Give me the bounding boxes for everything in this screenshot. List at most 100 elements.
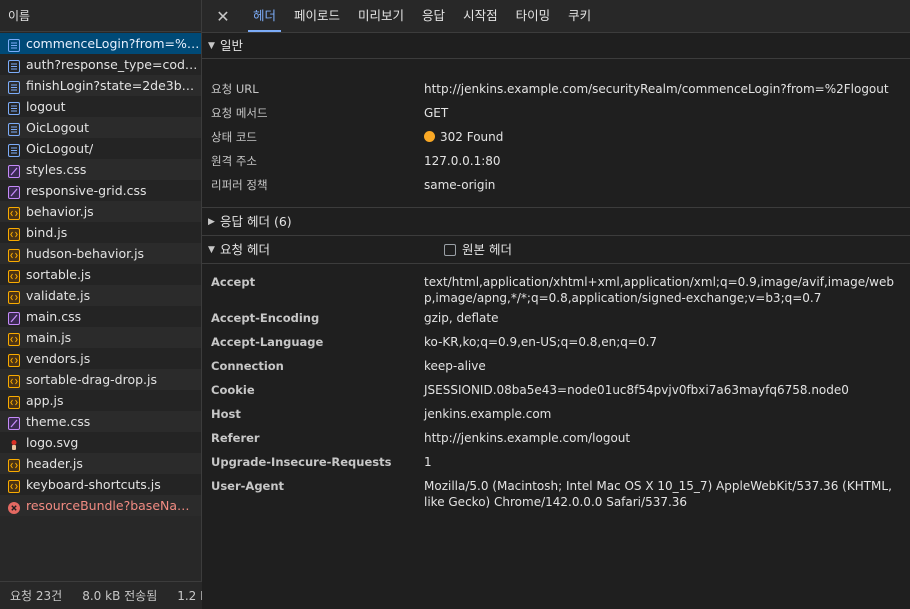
request-name: OicLogout/ (26, 141, 94, 156)
script-icon (8, 478, 20, 493)
general-section-header[interactable]: ▼ 일반 (202, 33, 910, 59)
request-name: sortable-drag-drop.js (26, 372, 157, 387)
request-row[interactable]: theme.css (0, 411, 201, 432)
header-name: Host (211, 407, 241, 421)
header-value[interactable]: keep-alive (424, 358, 910, 378)
request-details-panel: ✕ 헤더 페이로드 미리보기 응답 시작점 타이밍 쿠키 ▼ 일반 요청 URL… (202, 0, 910, 609)
name-column-header[interactable]: 이름 (0, 0, 201, 32)
request-row[interactable]: keyboard-shortcuts.js (0, 474, 201, 495)
header-row: Host jenkins.example.com (202, 404, 910, 428)
request-row[interactable]: logout (0, 96, 201, 117)
request-row[interactable]: OicLogout (0, 117, 201, 138)
script-icon (8, 268, 20, 283)
request-row[interactable]: sortable.js (0, 264, 201, 285)
header-value[interactable]: Mozilla/5.0 (Macintosh; Intel Mac OS X 1… (424, 478, 910, 510)
tab-payload[interactable]: 페이로드 (285, 0, 349, 32)
request-row[interactable]: responsive-grid.css (0, 180, 201, 201)
general-row: 상태 코드 302 Found (202, 127, 910, 151)
request-name: vendors.js (26, 351, 91, 366)
request-name: theme.css (26, 414, 91, 429)
request-row[interactable]: hudson-behavior.js (0, 243, 201, 264)
triangle-right-icon: ▶ (208, 216, 215, 227)
request-row[interactable]: vendors.js (0, 348, 201, 369)
request-name: styles.css (26, 162, 87, 177)
header-name: Accept-Encoding (211, 311, 320, 325)
stylesheet-icon (8, 184, 20, 199)
document-icon (8, 121, 20, 136)
request-row[interactable]: resourceBundle?baseName... (0, 495, 201, 516)
request-row[interactable]: bind.js (0, 222, 201, 243)
script-icon (8, 289, 20, 304)
request-row[interactable]: OicLogout/ (0, 138, 201, 159)
request-name: bind.js (26, 225, 68, 240)
header-value[interactable]: text/html,application/xhtml+xml,applicat… (424, 274, 910, 306)
request-row[interactable]: finishLogin?state=2de3b99f... (0, 75, 201, 96)
triangle-down-icon: ▼ (208, 244, 215, 255)
tab-response[interactable]: 응답 (413, 0, 454, 32)
stylesheet-icon (8, 415, 20, 430)
request-url-value[interactable]: http://jenkins.example.com/securityRealm… (424, 81, 910, 101)
status-code-value-wrap[interactable]: 302 Found (424, 129, 910, 149)
tab-initiator[interactable]: 시작점 (454, 0, 507, 32)
request-name: main.js (26, 330, 72, 345)
script-icon (8, 394, 20, 409)
general-row: 리퍼러 정책 same-origin (202, 175, 910, 199)
tab-cookies[interactable]: 쿠키 (559, 0, 600, 32)
request-list: commenceLogin?from=%2Fl... auth?response_… (0, 33, 201, 516)
tab-headers[interactable]: 헤더 (244, 0, 285, 32)
request-name: hudson-behavior.js (26, 246, 145, 261)
script-icon (8, 226, 20, 241)
request-method-value[interactable]: GET (424, 105, 910, 125)
header-value[interactable]: JSESSIONID.08ba5e43=node01uc8f54pvjv0fbx… (424, 382, 910, 402)
request-row[interactable]: styles.css (0, 159, 201, 180)
request-name: sortable.js (26, 267, 91, 282)
referrer-policy-value[interactable]: same-origin (424, 177, 910, 197)
script-icon (8, 373, 20, 388)
request-row[interactable]: main.js (0, 327, 201, 348)
header-value[interactable]: jenkins.example.com (424, 406, 910, 426)
details-tabbar: ✕ 헤더 페이로드 미리보기 응답 시작점 타이밍 쿠키 (202, 0, 910, 33)
request-row[interactable]: logo.svg (0, 432, 201, 453)
request-row[interactable]: commenceLogin?from=%2Fl... (0, 33, 201, 54)
stylesheet-icon (8, 310, 20, 325)
request-row[interactable]: validate.js (0, 285, 201, 306)
request-name: app.js (26, 393, 64, 408)
close-icon[interactable]: ✕ (212, 7, 234, 26)
triangle-down-icon: ▼ (208, 40, 215, 51)
request-headers-section-header[interactable]: ▼ 요청 헤더 원본 헤더 (202, 236, 910, 264)
request-name: commenceLogin?from=%2Fl... (26, 36, 201, 51)
request-name: logo.svg (26, 435, 79, 450)
header-value[interactable]: 1 (424, 454, 910, 474)
header-row: Accept-Language ko-KR,ko;q=0.9,en-US;q=0… (202, 332, 910, 356)
tab-preview[interactable]: 미리보기 (349, 0, 413, 32)
document-icon (8, 79, 20, 94)
tab-timing[interactable]: 타이밍 (507, 0, 560, 32)
header-name: Referer (211, 431, 260, 445)
request-name: OicLogout (26, 120, 89, 135)
request-row[interactable]: behavior.js (0, 201, 201, 222)
header-value[interactable]: ko-KR,ko;q=0.9,en-US;q=0.8,en;q=0.7 (424, 334, 910, 354)
header-name: Cookie (211, 383, 255, 397)
request-row[interactable]: header.js (0, 453, 201, 474)
header-row: Accept text/html,application/xhtml+xml,a… (202, 272, 910, 308)
request-row[interactable]: sortable-drag-drop.js (0, 369, 201, 390)
stylesheet-icon (8, 163, 20, 178)
request-row[interactable]: app.js (0, 390, 201, 411)
referrer-policy-label: 리퍼러 정책 (211, 178, 268, 192)
request-list-panel: 이름 commenceLogin?from=%2Fl... auth?respon… (0, 0, 202, 609)
document-icon (8, 37, 20, 52)
response-headers-section-header[interactable]: ▶ 응답 헤더 (6) (202, 208, 910, 236)
raw-headers-label[interactable]: 원본 헤더 (462, 237, 512, 263)
remote-address-value[interactable]: 127.0.0.1:80 (424, 153, 910, 173)
header-row: Referer http://jenkins.example.com/logou… (202, 428, 910, 452)
header-value[interactable]: gzip, deflate (424, 310, 910, 330)
request-headers-section: Accept text/html,application/xhtml+xml,a… (202, 264, 910, 516)
raw-headers-checkbox[interactable] (443, 243, 456, 256)
request-name: header.js (26, 456, 83, 471)
request-row[interactable]: main.css (0, 306, 201, 327)
request-name: validate.js (26, 288, 91, 303)
header-value[interactable]: http://jenkins.example.com/logout (424, 430, 910, 450)
request-row[interactable]: auth?response_type=code&... (0, 54, 201, 75)
script-icon (8, 457, 20, 472)
transferred-size: 8.0 kB 전송됨 (82, 589, 158, 603)
